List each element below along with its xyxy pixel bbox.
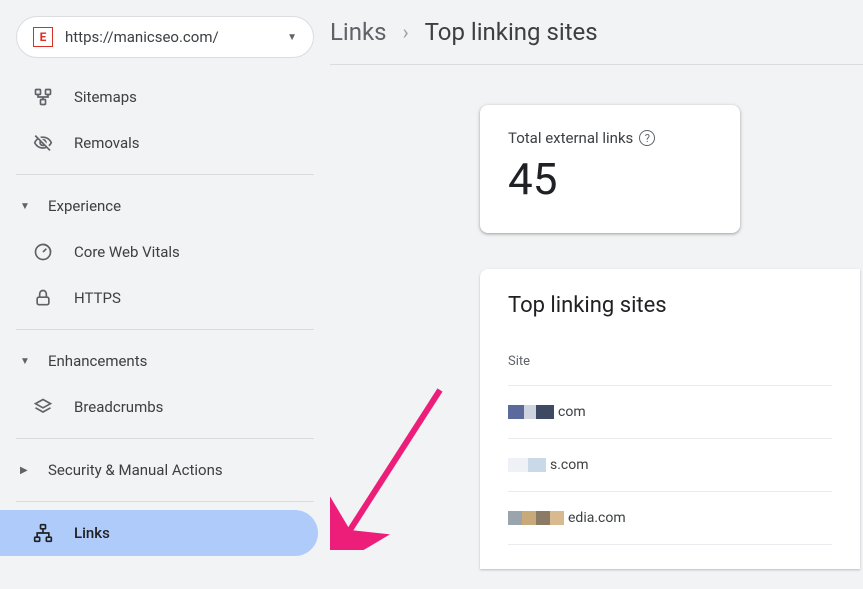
card-title: Top linking sites	[508, 293, 832, 318]
stat-label: Total external links ?	[508, 129, 712, 147]
section-label: Security & Manual Actions	[48, 461, 223, 479]
caret-down-icon: ▼	[287, 32, 297, 43]
sidebar-item-links[interactable]: Links	[0, 510, 318, 556]
caret-right-icon: ▶	[20, 465, 32, 476]
sidebar-item-breadcrumbs[interactable]: Breadcrumbs	[0, 384, 330, 430]
chevron-right-icon: ›	[403, 20, 409, 44]
site-row[interactable]: edia.com	[508, 492, 832, 545]
site-suffix: s.com	[550, 457, 589, 473]
sitemap-icon	[32, 86, 54, 108]
sidebar-item-label: Sitemaps	[74, 88, 137, 106]
site-row[interactable]: s.com	[508, 439, 832, 492]
redacted-domain	[508, 458, 546, 472]
stat-label-text: Total external links	[508, 129, 633, 147]
property-url: https://manicseo.com/	[65, 28, 275, 46]
breadcrumb: Links › Top linking sites	[330, 10, 863, 65]
breadcrumb-current: Top linking sites	[425, 18, 598, 46]
redacted-domain	[508, 511, 564, 525]
caret-down-icon: ▼	[20, 201, 32, 212]
sidebar-item-sitemaps[interactable]: Sitemaps	[0, 74, 330, 120]
sidebar-item-label: Core Web Vitals	[74, 243, 180, 261]
stat-value: 45	[508, 153, 712, 205]
links-icon	[32, 522, 54, 544]
caret-down-icon: ▼	[20, 356, 32, 367]
sidebar-item-label: Breadcrumbs	[74, 398, 163, 416]
sidebar-item-removals[interactable]: Removals	[0, 120, 330, 166]
divider	[16, 501, 314, 502]
divider	[16, 438, 314, 439]
site-suffix: edia.com	[568, 510, 626, 526]
sidebar-item-core-web-vitals[interactable]: Core Web Vitals	[0, 229, 330, 275]
top-linking-sites-card: Top linking sites Site com s.com edia.co…	[480, 269, 860, 569]
divider	[16, 329, 314, 330]
lock-icon	[32, 287, 54, 309]
hide-icon	[32, 132, 54, 154]
help-icon[interactable]: ?	[639, 130, 655, 146]
main-content: Links › Top linking sites Total external…	[330, 0, 863, 589]
layers-icon	[32, 396, 54, 418]
section-enhancements[interactable]: ▼ Enhancements	[0, 338, 330, 384]
sidebar-item-label: HTTPS	[74, 289, 121, 307]
sidebar-item-https[interactable]: HTTPS	[0, 275, 330, 321]
section-label: Experience	[48, 197, 121, 215]
section-experience[interactable]: ▼ Experience	[0, 183, 330, 229]
column-header-site: Site	[508, 354, 832, 386]
divider	[16, 174, 314, 175]
section-security[interactable]: ▶ Security & Manual Actions	[0, 447, 330, 493]
breadcrumb-parent[interactable]: Links	[330, 18, 387, 46]
site-suffix: com	[558, 404, 586, 420]
property-favicon: E	[33, 27, 53, 47]
sidebar-item-label: Links	[74, 524, 110, 542]
sidebar-item-label: Removals	[74, 134, 140, 152]
sidebar: E https://manicseo.com/ ▼ Sitemaps Remov…	[0, 0, 330, 589]
redacted-domain	[508, 405, 554, 419]
property-selector[interactable]: E https://manicseo.com/ ▼	[16, 16, 314, 58]
stat-card-external-links: Total external links ? 45	[480, 105, 740, 233]
section-label: Enhancements	[48, 352, 147, 370]
gauge-icon	[32, 241, 54, 263]
site-row[interactable]: com	[508, 386, 832, 439]
